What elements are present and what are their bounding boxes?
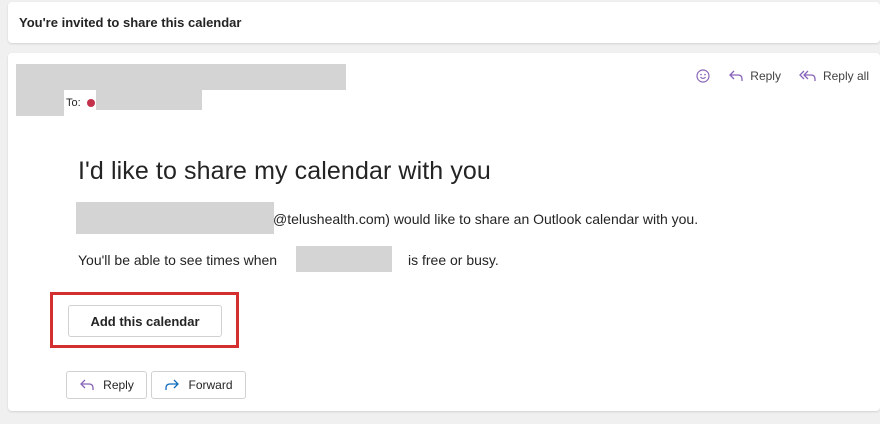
footer-forward-button[interactable]: Forward: [151, 371, 246, 399]
footer-forward-label: Forward: [188, 378, 233, 392]
add-this-calendar-button[interactable]: Add this calendar: [68, 305, 222, 337]
free-busy-prefix: You'll be able to see times when: [78, 252, 278, 268]
emoji-button[interactable]: [696, 69, 710, 83]
share-description: @telushealth.com) would like to share an…: [273, 211, 699, 227]
owner-name-redacted: [296, 246, 392, 272]
to-label: To:: [66, 97, 81, 109]
subject-bar: You're invited to share this calendar: [8, 2, 880, 43]
forward-icon: [165, 379, 180, 390]
reply-all-icon: [799, 70, 816, 81]
smiley-icon: [696, 69, 710, 83]
reply-icon: [729, 70, 743, 81]
footer-reply-button[interactable]: Reply: [66, 371, 147, 399]
free-busy-suffix: is free or busy.: [408, 252, 499, 268]
sharer-name-redacted: [76, 202, 274, 234]
reply-icon: [80, 379, 94, 390]
reply-action-label: Reply: [750, 69, 781, 83]
reply-action[interactable]: Reply: [728, 69, 781, 83]
sender-name-redacted: [64, 64, 346, 90]
reply-all-action[interactable]: Reply all: [799, 69, 869, 83]
footer-reply-label: Reply: [103, 378, 134, 392]
recipient-redacted[interactable]: [96, 90, 202, 110]
presence-busy-icon: [87, 99, 95, 107]
reply-all-action-label: Reply all: [822, 69, 869, 83]
message-headline: I'd like to share my calendar with you: [78, 157, 491, 185]
message-card: To: Reply Reply all I'd like to share my…: [8, 53, 880, 411]
message-actions: Reply Reply all: [678, 69, 869, 83]
sender-avatar-redacted: [16, 64, 64, 116]
email-subject: You're invited to share this calendar: [19, 15, 242, 30]
